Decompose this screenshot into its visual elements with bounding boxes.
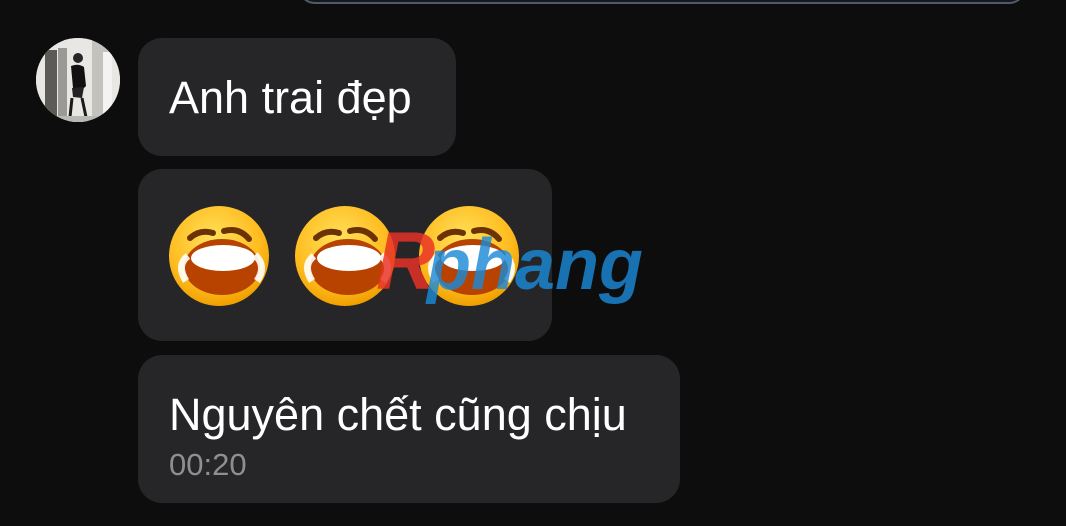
message-bubble[interactable]: Anh trai đẹp [138, 38, 456, 156]
laughing-crying-emoji-icon [169, 206, 269, 306]
chat-screen: Anh trai đẹp R phang Nguyên chết cũng ch… [0, 0, 1066, 526]
message-text: Nguyên chết cũng chịu [169, 389, 627, 440]
previous-message-bubble[interactable] [298, 0, 1026, 4]
avatar-photo-icon [36, 38, 120, 122]
rphang-watermark-logo: R phang [376, 216, 643, 307]
sender-avatar[interactable] [36, 38, 120, 122]
message-text: Anh trai đẹp [169, 72, 412, 123]
message-timestamp: 00:20 [169, 447, 247, 482]
svg-text:phang: phang [425, 225, 643, 305]
message-bubble[interactable]: Nguyên chết cũng chịu 00:20 [138, 355, 680, 503]
